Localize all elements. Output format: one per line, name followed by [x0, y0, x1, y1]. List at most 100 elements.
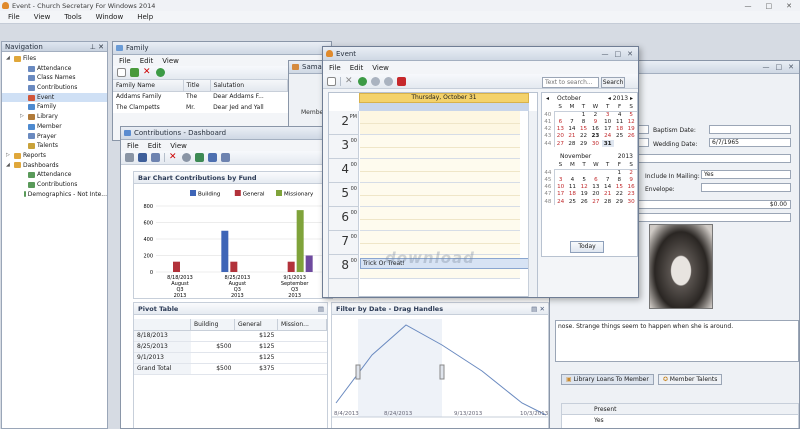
day-cell[interactable]: 22 — [613, 191, 625, 198]
day-cell[interactable]: 21 — [602, 191, 614, 198]
day-cell[interactable]: 6 — [590, 177, 602, 184]
day-cell[interactable] — [554, 111, 566, 118]
day-cell[interactable]: 17 — [602, 126, 614, 133]
member-window-controls[interactable]: — □ ✕ — [763, 63, 800, 71]
close-icon[interactable]: ✕ — [627, 50, 633, 58]
day-cell[interactable]: 23 — [589, 133, 601, 140]
back-icon[interactable] — [371, 76, 380, 86]
expand-icon[interactable]: ▷ — [20, 112, 26, 122]
event-menu-view[interactable]: View — [372, 64, 389, 72]
delete-icon[interactable]: ✕ — [169, 153, 178, 162]
day-cell[interactable]: 19 — [578, 191, 590, 198]
day-cell[interactable]: 15 — [613, 184, 625, 191]
day-cell[interactable] — [566, 111, 578, 118]
day-cell[interactable]: 28 — [602, 198, 614, 205]
day-cell[interactable]: 10 — [554, 184, 566, 191]
pivot-column-header[interactable]: General — [234, 319, 278, 331]
day-cell[interactable]: 8 — [613, 177, 625, 184]
wedding-date-field[interactable]: 6/7/1965 — [709, 138, 791, 147]
day-cell[interactable]: 3 — [602, 111, 614, 118]
pivot-column-header[interactable]: Building — [190, 319, 235, 331]
day-cell[interactable]: 4 — [567, 177, 579, 184]
search-button[interactable]: Search — [601, 77, 625, 88]
range-selection[interactable] — [358, 319, 442, 417]
day-cell[interactable]: 7 — [602, 177, 614, 184]
day-cell[interactable]: 24 — [602, 133, 614, 140]
family-menu-edit[interactable]: Edit — [140, 57, 154, 65]
day-cell[interactable] — [554, 169, 566, 176]
day-view[interactable]: Thursday, October 31 2 PM 3 00 4 00 5 00 6 00 7 00 8… — [328, 92, 538, 297]
day-cell[interactable] — [578, 169, 590, 176]
pivot-row[interactable]: 8/18/2013 $125 — [134, 330, 327, 342]
column-header[interactable]: Title — [183, 80, 211, 92]
today-button[interactable]: Today — [570, 241, 604, 253]
new-icon[interactable] — [117, 68, 126, 77]
day-cell[interactable]: 16 — [589, 126, 601, 133]
day-cell[interactable]: 30 — [589, 140, 601, 147]
pivot-row[interactable]: Grand Total $500 $375 — [134, 363, 327, 375]
day-cell[interactable]: 27 — [554, 140, 566, 147]
tab-library-loans[interactable]: ▣ Library Loans To Member — [561, 374, 654, 385]
nav-item-contributions[interactable]: Contributions — [2, 83, 107, 93]
dashboard-menu-view[interactable]: View — [170, 142, 187, 150]
right-drag-handle[interactable] — [439, 364, 445, 380]
date-navigator[interactable]: ◂ October ◂ 2013 ▸ S M T W T F S 40 1 2 3 4 5 41 6 7 8 9 10 11… — [541, 92, 638, 257]
nav-item-files[interactable]: ◢ Files — [2, 54, 107, 64]
next-year-icon[interactable]: ▸ — [628, 95, 633, 102]
pivot-row[interactable]: 9/1/2013 $125 — [134, 352, 327, 364]
print-icon[interactable] — [125, 153, 134, 162]
nav-item-talents[interactable]: Talents — [2, 141, 107, 151]
layout-icon[interactable] — [151, 153, 160, 162]
nav-item-library[interactable]: ▷ Library — [2, 112, 107, 122]
day-cell[interactable]: 5 — [578, 177, 590, 184]
app-menu-help[interactable]: Help — [137, 13, 153, 21]
prev-month-icon[interactable]: ◂ — [546, 95, 549, 102]
save-icon[interactable] — [138, 153, 147, 162]
pin-icon[interactable]: ⊥ ✕ — [90, 43, 107, 51]
minimize-icon[interactable]: — — [602, 50, 609, 58]
day-cell[interactable]: 21 — [566, 133, 578, 140]
day-cell[interactable] — [590, 169, 602, 176]
pivot-column-header[interactable]: Mission... — [277, 319, 328, 331]
blank-field[interactable] — [635, 154, 791, 163]
nav-item-prayer[interactable]: Prayer — [2, 132, 107, 142]
left-drag-handle[interactable] — [355, 364, 361, 380]
day-cell[interactable]: 20 — [554, 133, 566, 140]
envelope-field[interactable] — [701, 183, 791, 192]
day-cell[interactable] — [567, 169, 579, 176]
tab-member-talents[interactable]: ✪ Member Talents — [657, 374, 723, 385]
forward-icon[interactable] — [384, 76, 393, 86]
day-cell[interactable] — [625, 140, 637, 147]
day-cell[interactable]: 9 — [625, 177, 637, 184]
app-menu-view[interactable]: View — [34, 13, 51, 21]
day-cell[interactable]: 12 — [625, 118, 637, 125]
mailing-select[interactable]: Yes — [701, 170, 791, 179]
nav-item-contributions[interactable]: Contributions — [2, 180, 107, 190]
notes-field[interactable]: nose. Strange things seem to happen when… — [555, 320, 799, 362]
maximize-icon[interactable]: □ — [766, 2, 773, 10]
day-cell[interactable]: 24 — [554, 198, 566, 205]
day-cell[interactable]: 31 — [601, 139, 614, 148]
pivot-column-header[interactable] — [134, 319, 192, 331]
day-cell[interactable]: 19 — [625, 126, 637, 133]
nav-item-attendance[interactable]: Attendance — [2, 170, 107, 180]
day-cell[interactable]: 1 — [578, 111, 590, 118]
day-cell[interactable]: 2 — [625, 169, 637, 176]
day-cell[interactable]: 25 — [567, 198, 579, 205]
day-cell[interactable]: 15 — [578, 126, 590, 133]
day-cell[interactable]: 9 — [589, 118, 601, 125]
day-cell[interactable]: 1 — [613, 169, 625, 176]
day-cell[interactable]: 6 — [554, 118, 566, 125]
day-cell[interactable]: 26 — [578, 198, 590, 205]
day-cell[interactable]: 30 — [625, 198, 637, 205]
day-cell[interactable]: 29 — [578, 140, 590, 147]
nav-item-member[interactable]: Member — [2, 122, 107, 132]
delete-icon[interactable]: ✕ — [143, 68, 152, 77]
day-cell[interactable]: 13 — [590, 184, 602, 191]
close-icon[interactable]: ✕ — [786, 2, 792, 10]
refresh-icon[interactable] — [358, 76, 367, 86]
nav-item-attendance[interactable]: Attendance — [2, 64, 107, 74]
event-menu-edit[interactable]: Edit — [350, 64, 364, 72]
family-menu-view[interactable]: View — [162, 57, 179, 65]
maximize-icon[interactable]: □ — [615, 50, 622, 58]
